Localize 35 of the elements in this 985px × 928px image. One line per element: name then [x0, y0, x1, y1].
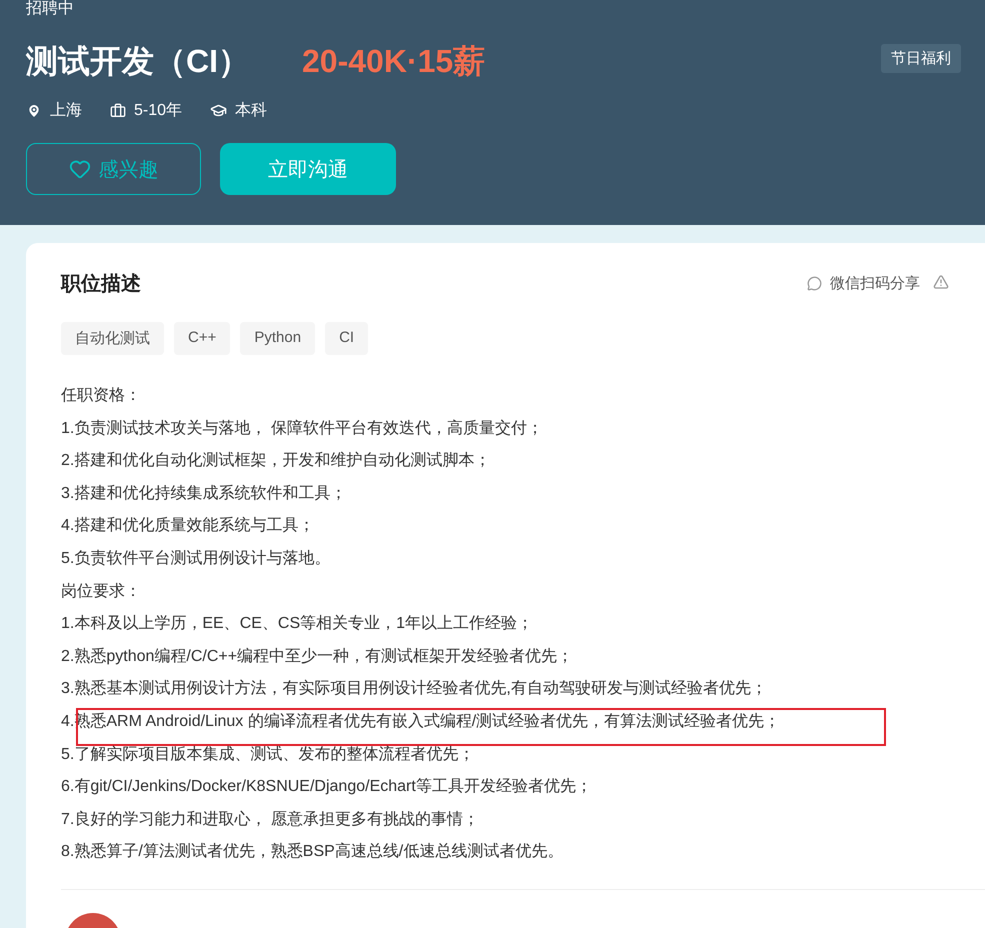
warning-icon[interactable] — [933, 274, 949, 290]
benefit-tag: 节日福利 — [881, 44, 961, 73]
chat-bubble-icon — [807, 276, 822, 290]
skill-tag: 自动化测试 — [61, 322, 164, 355]
chat-button[interactable]: 立即沟通 — [220, 143, 396, 195]
skill-tag: CI — [325, 322, 368, 355]
description-line: 任职资格： — [61, 386, 142, 406]
graduation-cap-icon — [210, 102, 228, 119]
heart-icon — [68, 158, 90, 180]
salary: 20-40K·15薪 — [302, 42, 486, 81]
location-icon — [26, 102, 42, 118]
skill-tag: C++ — [174, 322, 230, 355]
interest-button[interactable]: 感兴趣 — [26, 143, 201, 195]
description-line: 3.搭建和优化持续集成系统软件和工具； — [61, 484, 348, 504]
job-meta: 5-10年 — [134, 101, 182, 121]
description-line: 1.本科及以上学历，EE、CE、CS等相关专业，1年以上工作经验； — [61, 614, 534, 634]
description-line: 5.了解实际项目版本集成、测试、发布的整体流程者优先； — [61, 744, 476, 765]
briefcase-icon — [110, 102, 126, 118]
description-line: 8.熟悉算子/算法测试者优先，熟悉BSP高速总线/低速总线测试者优先。 — [61, 842, 564, 862]
share-link[interactable]: 微信扫码分享 — [830, 274, 920, 292]
description-line: 1.负责测试技术攻关与落地， 保障软件平台有效迭代，高质量交付； — [61, 418, 544, 439]
job-title: 测试开发（CI） — [26, 42, 251, 81]
description-line: 7.良好的学习能力和进取心， 愿意承担更多有挑战的事情； — [61, 810, 480, 830]
description-line: 2.搭建和优化自动化测试框架，开发和维护自动化测试脚本； — [61, 450, 492, 472]
description-line: 6.有git/CI/Jenkins/Docker/K8SNUE/Django/Echart等工具开发经验者优先； — [61, 776, 593, 798]
skill-tag: Python — [240, 322, 316, 355]
description-line: 3.熟悉基本测试用例设计方法，有实际项目用例设计经验者优先,有自动驾驶研发与测试经验者优先； — [61, 678, 768, 700]
description-line: 5.负责软件平台测试用例设计与落地。 — [61, 548, 332, 569]
description-line: 4.搭建和优化质量效能系统与工具； — [61, 516, 316, 536]
description-line: 岗位要求： — [61, 582, 142, 602]
job-meta: 上海 — [50, 100, 82, 121]
description-line: 2.熟悉python编程/C/C++编程中至少一种，有测试框架开发经验者优先； — [61, 646, 574, 667]
job-meta: 本科 — [235, 100, 268, 121]
section-title: 职位描述 — [61, 272, 141, 296]
job-status: 招聘中 — [26, 0, 74, 17]
